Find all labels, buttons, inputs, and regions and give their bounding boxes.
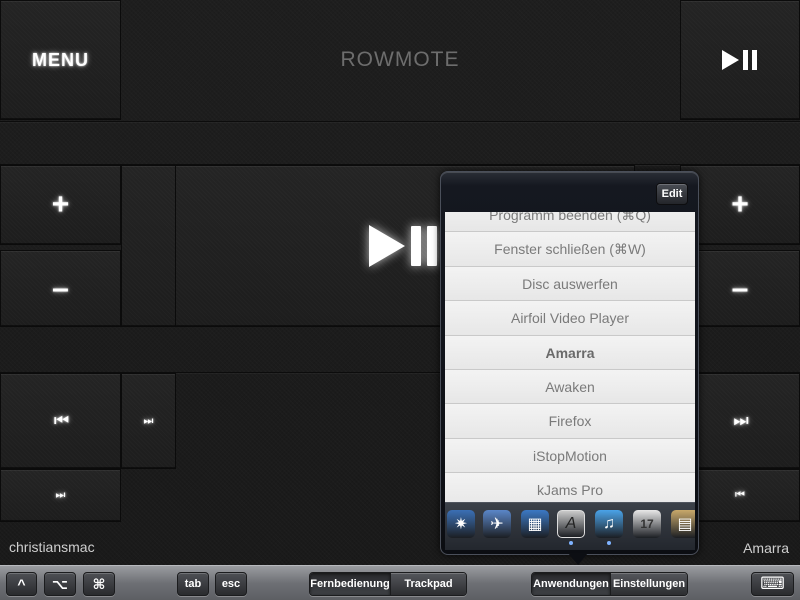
current-app-name: Amarra — [743, 540, 789, 556]
play-pause-large-icon — [369, 225, 437, 267]
application-list-content: Programm beenden (⌘Q) Fenster schließen (… — [445, 212, 695, 502]
bottom-toolbar: ^ ⌥ ⌘ tab esc Fernbedienung Trackpad Anw… — [0, 565, 800, 600]
keyboard-icon: ⌨ — [760, 574, 785, 593]
section-segmented-control: Anwendungen Einstellungen — [531, 572, 688, 596]
tab-applications[interactable]: Anwendungen — [532, 573, 610, 595]
play-pause-button-top[interactable] — [680, 0, 800, 120]
next-track-icon: ⏭ — [733, 411, 748, 430]
play-pause-icon — [722, 50, 757, 70]
tab-settings[interactable]: Einstellungen — [610, 573, 687, 595]
application-dock[interactable]: ✷ ✈ ▦ A ♫ 17 ▤ — [445, 502, 695, 550]
tab-key-button[interactable]: tab — [177, 572, 209, 596]
option-key-button[interactable]: ⌥ — [44, 572, 76, 596]
menu-button[interactable]: MENU — [0, 0, 121, 120]
command-key-button[interactable]: ⌘ — [83, 572, 115, 596]
script-editor-icon[interactable]: A — [557, 510, 585, 538]
volume-down-button-left[interactable]: – — [0, 250, 121, 327]
skip-forward-small-icon: ⏭ — [55, 489, 66, 501]
popover-arrow — [568, 553, 588, 565]
previous-track-icon: ⏮ — [53, 411, 69, 430]
application-list-item[interactable]: Fenster schließen (⌘W) — [445, 232, 695, 267]
previous-track-button[interactable]: ⏮ — [0, 373, 121, 469]
application-list-item[interactable]: Awaken — [445, 369, 695, 405]
esc-key-button[interactable]: esc — [215, 572, 247, 596]
tab-remote[interactable]: Fernbedienung — [310, 573, 390, 595]
popover-header: Edit — [445, 176, 694, 212]
mail-stamp-icon[interactable]: ✈ — [483, 510, 511, 538]
itunes-icon[interactable]: ♫ — [595, 510, 623, 538]
application-list-item[interactable]: Airfoil Video Player — [445, 301, 695, 336]
skip-back-small-icon: ⏮ — [735, 489, 745, 501]
minus-icon: – — [731, 271, 749, 305]
plus-icon: + — [731, 188, 749, 221]
minus-icon: – — [52, 271, 69, 305]
application-list-item[interactable]: Amarra — [445, 335, 695, 370]
applications-popover: Edit Programm beenden (⌘Q) Fenster schlie… — [440, 171, 699, 555]
skip-forward-small-button[interactable]: ⏭ — [121, 373, 176, 469]
app-title: ROWMOTE — [340, 48, 460, 71]
ical-icon[interactable]: 17 — [633, 510, 661, 538]
menu-label: MENU — [32, 49, 89, 70]
application-list-item[interactable]: kJams Pro — [445, 473, 695, 502]
application-list-item[interactable]: Programm beenden (⌘Q) — [445, 212, 695, 233]
control-key-button[interactable]: ^ — [6, 572, 37, 596]
device-name: christiansmac — [9, 539, 95, 555]
running-indicator — [607, 541, 611, 545]
skip-forward-small-icon: ⏭ — [143, 414, 154, 427]
divider — [0, 121, 800, 122]
edit-button[interactable]: Edit — [656, 183, 688, 205]
application-list-item[interactable]: iStopMotion — [445, 438, 695, 474]
application-list[interactable]: Programm beenden (⌘Q) Fenster schließen (… — [445, 212, 695, 502]
mode-segmented-control: Fernbedienung Trackpad — [309, 572, 467, 596]
skip-forward-small-button-lower[interactable]: ⏭ — [0, 469, 121, 522]
volume-side-panel — [121, 165, 176, 327]
keyboard-button[interactable]: ⌨ — [751, 572, 794, 596]
plus-icon: + — [51, 188, 70, 221]
tab-trackpad[interactable]: Trackpad — [390, 573, 466, 595]
notes-icon[interactable]: ▤ — [671, 510, 695, 538]
volume-up-button-left[interactable]: + — [0, 165, 121, 245]
finder-icon[interactable]: ▦ — [521, 510, 549, 538]
safari-icon[interactable]: ✷ — [447, 510, 475, 538]
application-list-item[interactable]: Firefox — [445, 404, 695, 439]
application-list-item[interactable]: Disc auswerfen — [445, 266, 695, 302]
running-indicator — [569, 541, 573, 545]
